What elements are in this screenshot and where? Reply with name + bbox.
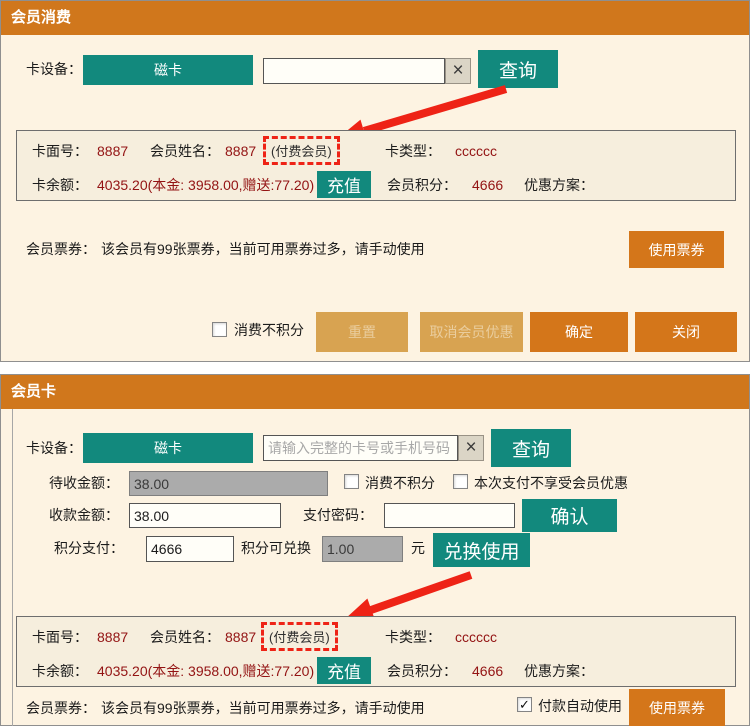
points-exchange-label: 积分可兑换 [241,540,311,556]
member-ticket-label: 会员票券： [26,700,96,716]
magcard-device-button[interactable]: 磁卡 [83,433,253,463]
received-amount-label: 收款金额： [49,507,119,523]
pay-password-label: 支付密码： [303,507,373,523]
pay-password-input[interactable] [384,503,515,528]
recharge-button[interactable]: 充值 [317,171,371,198]
confirm-button[interactable]: 确定 [530,312,628,352]
dialog-title: 会员消费 [11,9,72,26]
dialog-titlebar: 会员卡 [1,375,749,409]
member-card-dialog: 会员卡 卡设备： 磁卡 × 查询 待收金额： 消费不积分 本次支付不享受会员优惠… [0,374,750,726]
clear-input-button[interactable]: × [445,58,471,84]
cancel-member-discount-button[interactable]: 取消会员优惠 [420,312,523,352]
paid-member-badge: (付费会员) [261,622,338,651]
card-balance-value: 4035.20(本金: 3958.00,赠送:77.20) [97,177,315,193]
dialog-body: 卡设备： 磁卡 × 查询 待收金额： 消费不积分 本次支付不享受会员优惠 收款金… [1,409,749,726]
no-member-discount-checkbox-label: 本次支付不享受会员优惠 [474,475,628,491]
member-points-label: 会员积分： [387,177,457,193]
discount-plan-label: 优惠方案： [524,663,594,679]
received-amount-input[interactable] [129,503,281,528]
close-x-icon: × [452,60,464,81]
query-button[interactable]: 查询 [491,429,571,467]
card-number-input[interactable] [263,58,445,84]
pending-amount-input [129,471,328,496]
points-pay-input[interactable] [146,536,234,562]
member-points-value: 4666 [472,663,504,679]
close-x-icon: × [465,437,477,458]
member-info-panel: 卡面号： 8887 会员姓名： 8887 (付费会员) 卡类型： cccccc … [16,616,736,687]
points-pay-label: 积分支付： [54,540,124,556]
card-device-label: 卡设备： [26,61,82,77]
no-points-checkbox-label: 消费不积分 [234,322,304,338]
member-info-panel: 卡面号： 8887 会员姓名： 8887 (付费会员) 卡类型： cccccc … [16,130,736,201]
no-points-checkbox-label: 消费不积分 [365,475,435,491]
no-member-discount-checkbox[interactable] [453,474,468,489]
card-no-label: 卡面号： [32,143,88,159]
member-ticket-message: 该会员有99张票券，当前可用票券过多，请手动使用 [101,241,425,257]
card-no-value: 8887 [97,629,129,645]
confirm-pay-button[interactable]: 确认 [522,499,617,532]
dialog-body: 卡设备： 磁卡 × 查询 卡面号： 8887 会员姓名： 8887 (付费会员)… [1,35,749,362]
card-no-label: 卡面号： [32,629,88,645]
query-button[interactable]: 查询 [478,50,558,88]
member-points-label: 会员积分： [387,663,457,679]
card-device-label: 卡设备： [26,440,82,456]
no-points-checkbox[interactable] [344,474,359,489]
member-ticket-message: 该会员有99张票券，当前可用票券过多，请手动使用 [101,700,425,716]
card-type-label: 卡类型： [385,629,441,645]
card-type-value: cccccc [455,629,497,645]
auto-use-on-pay-checkbox-label: 付款自动使用 [538,698,622,714]
member-points-value: 4666 [472,177,504,193]
card-no-value: 8887 [97,143,129,159]
card-balance-value: 4035.20(本金: 3958.00,赠送:77.20) [97,663,315,679]
use-ticket-button[interactable]: 使用票券 [629,689,725,726]
checkmark-icon: ✓ [519,697,530,712]
member-name-value: 8887 [225,629,257,645]
yuan-unit-label: 元 [411,540,425,556]
member-ticket-label: 会员票券： [26,241,96,257]
discount-plan-label: 优惠方案： [524,177,594,193]
recharge-button[interactable]: 充值 [317,657,371,684]
card-balance-label: 卡余额： [32,177,88,193]
points-exchange-input [322,536,403,562]
auto-use-on-pay-checkbox[interactable]: ✓ [517,697,532,712]
clear-input-button[interactable]: × [458,435,484,461]
dialog-title: 会员卡 [11,383,57,400]
member-name-label: 会员姓名： [150,629,220,645]
dialog-titlebar: 会员消费 [1,1,749,35]
card-number-input[interactable] [263,435,458,461]
panel-divider-line [12,409,13,726]
pending-amount-label: 待收金额： [49,475,119,491]
member-name-label: 会员姓名： [150,143,220,159]
no-points-checkbox[interactable] [212,322,227,337]
paid-member-badge: (付费会员) [263,136,340,165]
exchange-use-button[interactable]: 兑换使用 [433,533,530,567]
page: 会员消费 卡设备： 磁卡 × 查询 卡面号： 8887 会员姓名： 8887 (… [0,0,750,726]
card-balance-label: 卡余额： [32,663,88,679]
magcard-device-button[interactable]: 磁卡 [83,55,253,85]
use-ticket-button[interactable]: 使用票券 [629,231,724,268]
member-consume-dialog: 会员消费 卡设备： 磁卡 × 查询 卡面号： 8887 会员姓名： 8887 (… [0,0,750,362]
card-type-value: cccccc [455,143,497,159]
card-type-label: 卡类型： [385,143,441,159]
reset-button[interactable]: 重置 [316,312,408,352]
close-button[interactable]: 关闭 [635,312,737,352]
member-name-value: 8887 [225,143,257,159]
